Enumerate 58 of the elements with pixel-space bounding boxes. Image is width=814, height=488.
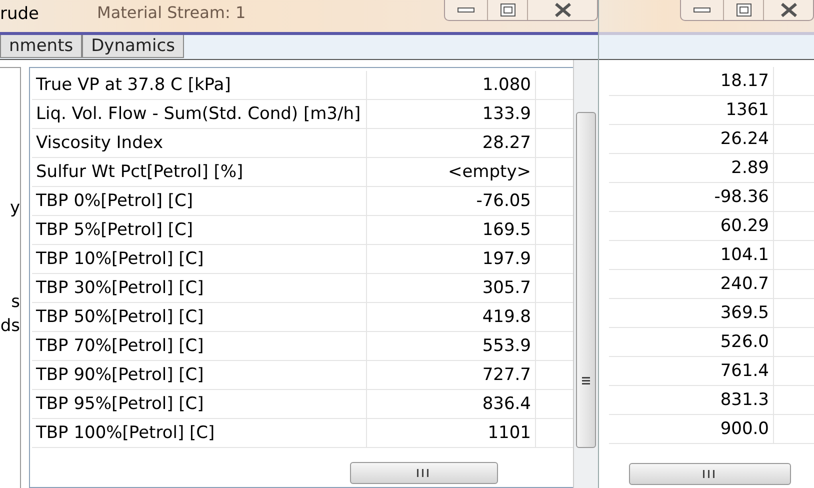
property-value: 169.5 — [367, 216, 536, 244]
property-value: 727.7 — [367, 361, 536, 389]
close-icon — [780, 2, 798, 18]
property-value: <empty> — [367, 158, 536, 186]
property-value: 369.5 — [609, 299, 774, 327]
grip-icon — [582, 377, 590, 387]
property-value: 2.89 — [609, 154, 774, 182]
tab[interactable]: nments — [0, 35, 82, 58]
property-name: TBP 5%[Petrol] [C] — [32, 216, 367, 244]
property-value: 305.7 — [367, 274, 536, 302]
minimize-icon — [457, 7, 475, 13]
property-name: Sulfur Wt Pct[Petrol] [%] — [32, 158, 367, 186]
property-value: 104.1 — [609, 241, 774, 269]
background-window-title: Material Stream: 1 — [97, 3, 246, 22]
property-name: TBP 30%[Petrol] [C] — [32, 274, 367, 302]
property-value: 240.7 — [609, 270, 774, 298]
property-value: 831.3 — [609, 386, 774, 414]
vertical-scrollbar[interactable] — [573, 60, 598, 488]
property-name: TBP 50%[Petrol] [C] — [32, 303, 367, 331]
property-name: TBP 10%[Petrol] [C] — [32, 245, 367, 273]
property-value: 197.9 — [367, 245, 536, 273]
property-value: 1361 — [609, 96, 774, 124]
horizontal-scrollbar-thumb[interactable] — [350, 462, 498, 484]
grip-icon — [703, 470, 717, 478]
maximize-icon — [500, 3, 516, 17]
property-value: 553.9 — [367, 332, 536, 360]
property-value: 526.0 — [609, 328, 774, 356]
maximize-icon — [736, 3, 752, 17]
property-name: TBP 100%[Petrol] [C] — [32, 419, 367, 447]
property-value: 1101 — [367, 419, 536, 447]
property-value: 761.4 — [609, 357, 774, 385]
tab[interactable]: Dynamics — [82, 35, 184, 58]
property-value: 133.9 — [367, 100, 536, 128]
property-value: 419.8 — [367, 303, 536, 331]
label-fragment: ds — [0, 315, 20, 338]
property-value: 28.27 — [367, 129, 536, 157]
property-name: Viscosity Index — [32, 129, 367, 157]
minimize-icon — [693, 7, 711, 13]
property-name: TBP 90%[Petrol] [C] — [32, 361, 367, 389]
property-value: 1.080 — [367, 71, 536, 99]
property-name: TBP 0%[Petrol] [C] — [32, 187, 367, 215]
property-value: -76.05 — [367, 187, 536, 215]
property-name: True VP at 37.8 C [kPa] — [32, 71, 367, 99]
label-fragment: s — [11, 291, 20, 314]
property-name: TBP 95%[Petrol] [C] — [32, 390, 367, 418]
property-value: 26.24 — [609, 125, 774, 153]
property-value: -98.36 — [609, 183, 774, 211]
label-fragment: y — [10, 197, 20, 220]
grip-icon — [417, 469, 431, 477]
close-icon — [554, 2, 572, 18]
property-name: TBP 70%[Petrol] [C] — [32, 332, 367, 360]
property-value: 18.17 — [609, 67, 774, 95]
property-name: Liq. Vol. Flow - Sum(Std. Cond) [m3/h] — [32, 100, 367, 128]
property-value: 836.4 — [367, 390, 536, 418]
horizontal-scrollbar-thumb[interactable] — [629, 463, 791, 485]
property-value: 900.0 — [609, 415, 774, 443]
window-title: rude — [0, 4, 40, 24]
property-value: 60.29 — [609, 212, 774, 240]
